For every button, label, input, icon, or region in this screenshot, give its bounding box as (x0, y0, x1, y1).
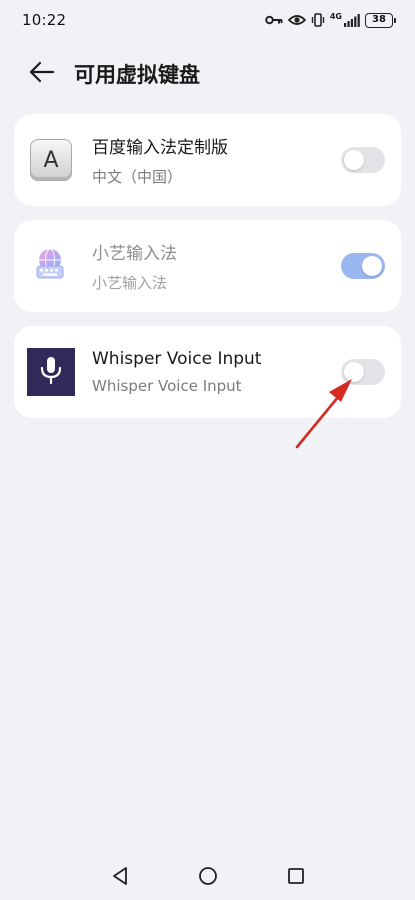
app-icon (27, 348, 75, 396)
square-recents-icon (287, 867, 305, 889)
xiaoyi-globe-icon (34, 247, 68, 285)
keyboard-item-texts: Whisper Voice Input Whisper Voice Input (92, 349, 341, 395)
header: 可用虚拟键盘 (0, 52, 415, 96)
toggle-baidu[interactable] (341, 147, 385, 173)
screen: 10:22 4G 38 可用虚拟键盘 A 百度输入法定制版 中文（中国） 小艺输… (0, 0, 415, 900)
toggle-knob (344, 362, 364, 382)
vibrate-icon (311, 13, 325, 27)
keyboard-key-icon: A (30, 139, 72, 181)
circle-home-icon (198, 866, 218, 890)
page-title: 可用虚拟键盘 (74, 63, 200, 87)
battery-icon: 38 (365, 12, 396, 28)
status-icons: 4G 38 (265, 10, 396, 30)
toggle-knob (362, 256, 382, 276)
navigation-bar (0, 856, 415, 900)
keyboard-item-xiaoyi[interactable]: 小艺输入法 小艺输入法 (14, 220, 401, 312)
whisper-app-icon (27, 348, 75, 396)
keyboard-subtitle: Whisper Voice Input (92, 377, 242, 395)
eye-icon (287, 14, 306, 26)
vpn-key-icon (265, 14, 283, 26)
keyboard-subtitle: 中文（中国） (92, 168, 183, 186)
keyboard-item-whisper[interactable]: Whisper Voice Input Whisper Voice Input (14, 326, 401, 418)
triangle-back-icon (111, 866, 129, 890)
keyboard-item-texts: 小艺输入法 小艺输入法 (92, 239, 341, 293)
keyboard-name: 百度输入法定制版 (92, 138, 228, 158)
keyboard-item-texts: 百度输入法定制版 中文（中国） (92, 133, 341, 187)
back-button[interactable] (18, 52, 66, 96)
back-arrow-icon (29, 61, 55, 87)
nav-home-button[interactable] (196, 866, 220, 890)
network-type: 4G (329, 12, 342, 21)
status-time: 10:22 (22, 11, 67, 29)
keyboard-name: Whisper Voice Input (92, 349, 262, 369)
keyboard-name: 小艺输入法 (92, 244, 177, 264)
status-bar: 10:22 4G 38 (0, 0, 415, 40)
signal-icon (344, 13, 360, 27)
toggle-xiaoyi[interactable] (341, 253, 385, 279)
keyboard-subtitle: 小艺输入法 (92, 274, 168, 292)
keyboard-item-baidu[interactable]: A 百度输入法定制版 中文（中国） (14, 114, 401, 206)
nav-recents-button[interactable] (284, 866, 308, 890)
toggle-knob (344, 150, 364, 170)
app-icon (27, 242, 75, 290)
nav-back-button[interactable] (108, 866, 132, 890)
toggle-whisper[interactable] (341, 359, 385, 385)
app-icon: A (27, 136, 75, 184)
microphone-icon (38, 355, 64, 389)
